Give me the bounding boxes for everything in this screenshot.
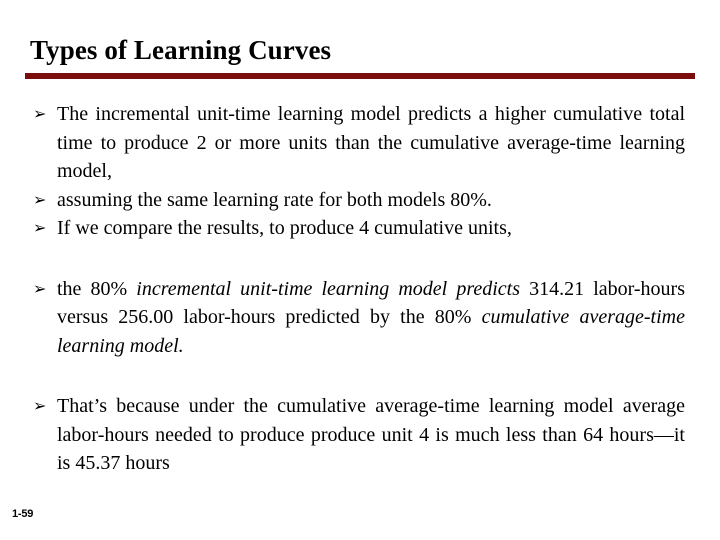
bullet-text: That’s because under the cumulative aver… [57, 395, 685, 474]
bullet-text: If we compare the results, to produce 4 … [57, 217, 512, 239]
slide-number: 1-59 [12, 508, 34, 520]
bullet-run-italic-1: incremental unit-time learning model pre… [136, 277, 521, 300]
bullet-item-compare-results-4-units: ➢ If we compare the results, to produce … [33, 214, 685, 243]
bullet-arrow-icon: ➢ [33, 278, 47, 298]
title-divider [25, 73, 695, 79]
bullet-item-predicted-labor-hours: ➢ the 80% incremental unit-time learning… [33, 275, 685, 361]
bullet-arrow-icon: ➢ [33, 218, 47, 237]
slide-body: ➢ The incremental unit-time learning mod… [33, 100, 685, 478]
bullet-text: The incremental unit-time learning model… [57, 103, 685, 182]
bullet-item-thats-because-unit-4: ➢ That’s because under the cumulative av… [33, 392, 685, 478]
page-title: Types of Learning Curves [30, 35, 332, 65]
bullet-item-incremental-unit-time-higher: ➢ The incremental unit-time learning mod… [33, 100, 685, 186]
bullet-run-regular-1: the 80% [57, 277, 137, 300]
bullet-text: the 80% incremental unit-time learning m… [57, 275, 685, 361]
bullet-text: assuming the same learning rate for both… [57, 188, 492, 211]
bullet-arrow-icon: ➢ [33, 189, 47, 209]
bullet-item-same-learning-rate: ➢ assuming the same learning rate for bo… [33, 186, 685, 215]
bullet-arrow-icon: ➢ [33, 396, 47, 415]
bullet-arrow-icon: ➢ [33, 104, 47, 123]
slide-canvas: Types of Learning Curves ➢ The increment… [0, 0, 720, 540]
